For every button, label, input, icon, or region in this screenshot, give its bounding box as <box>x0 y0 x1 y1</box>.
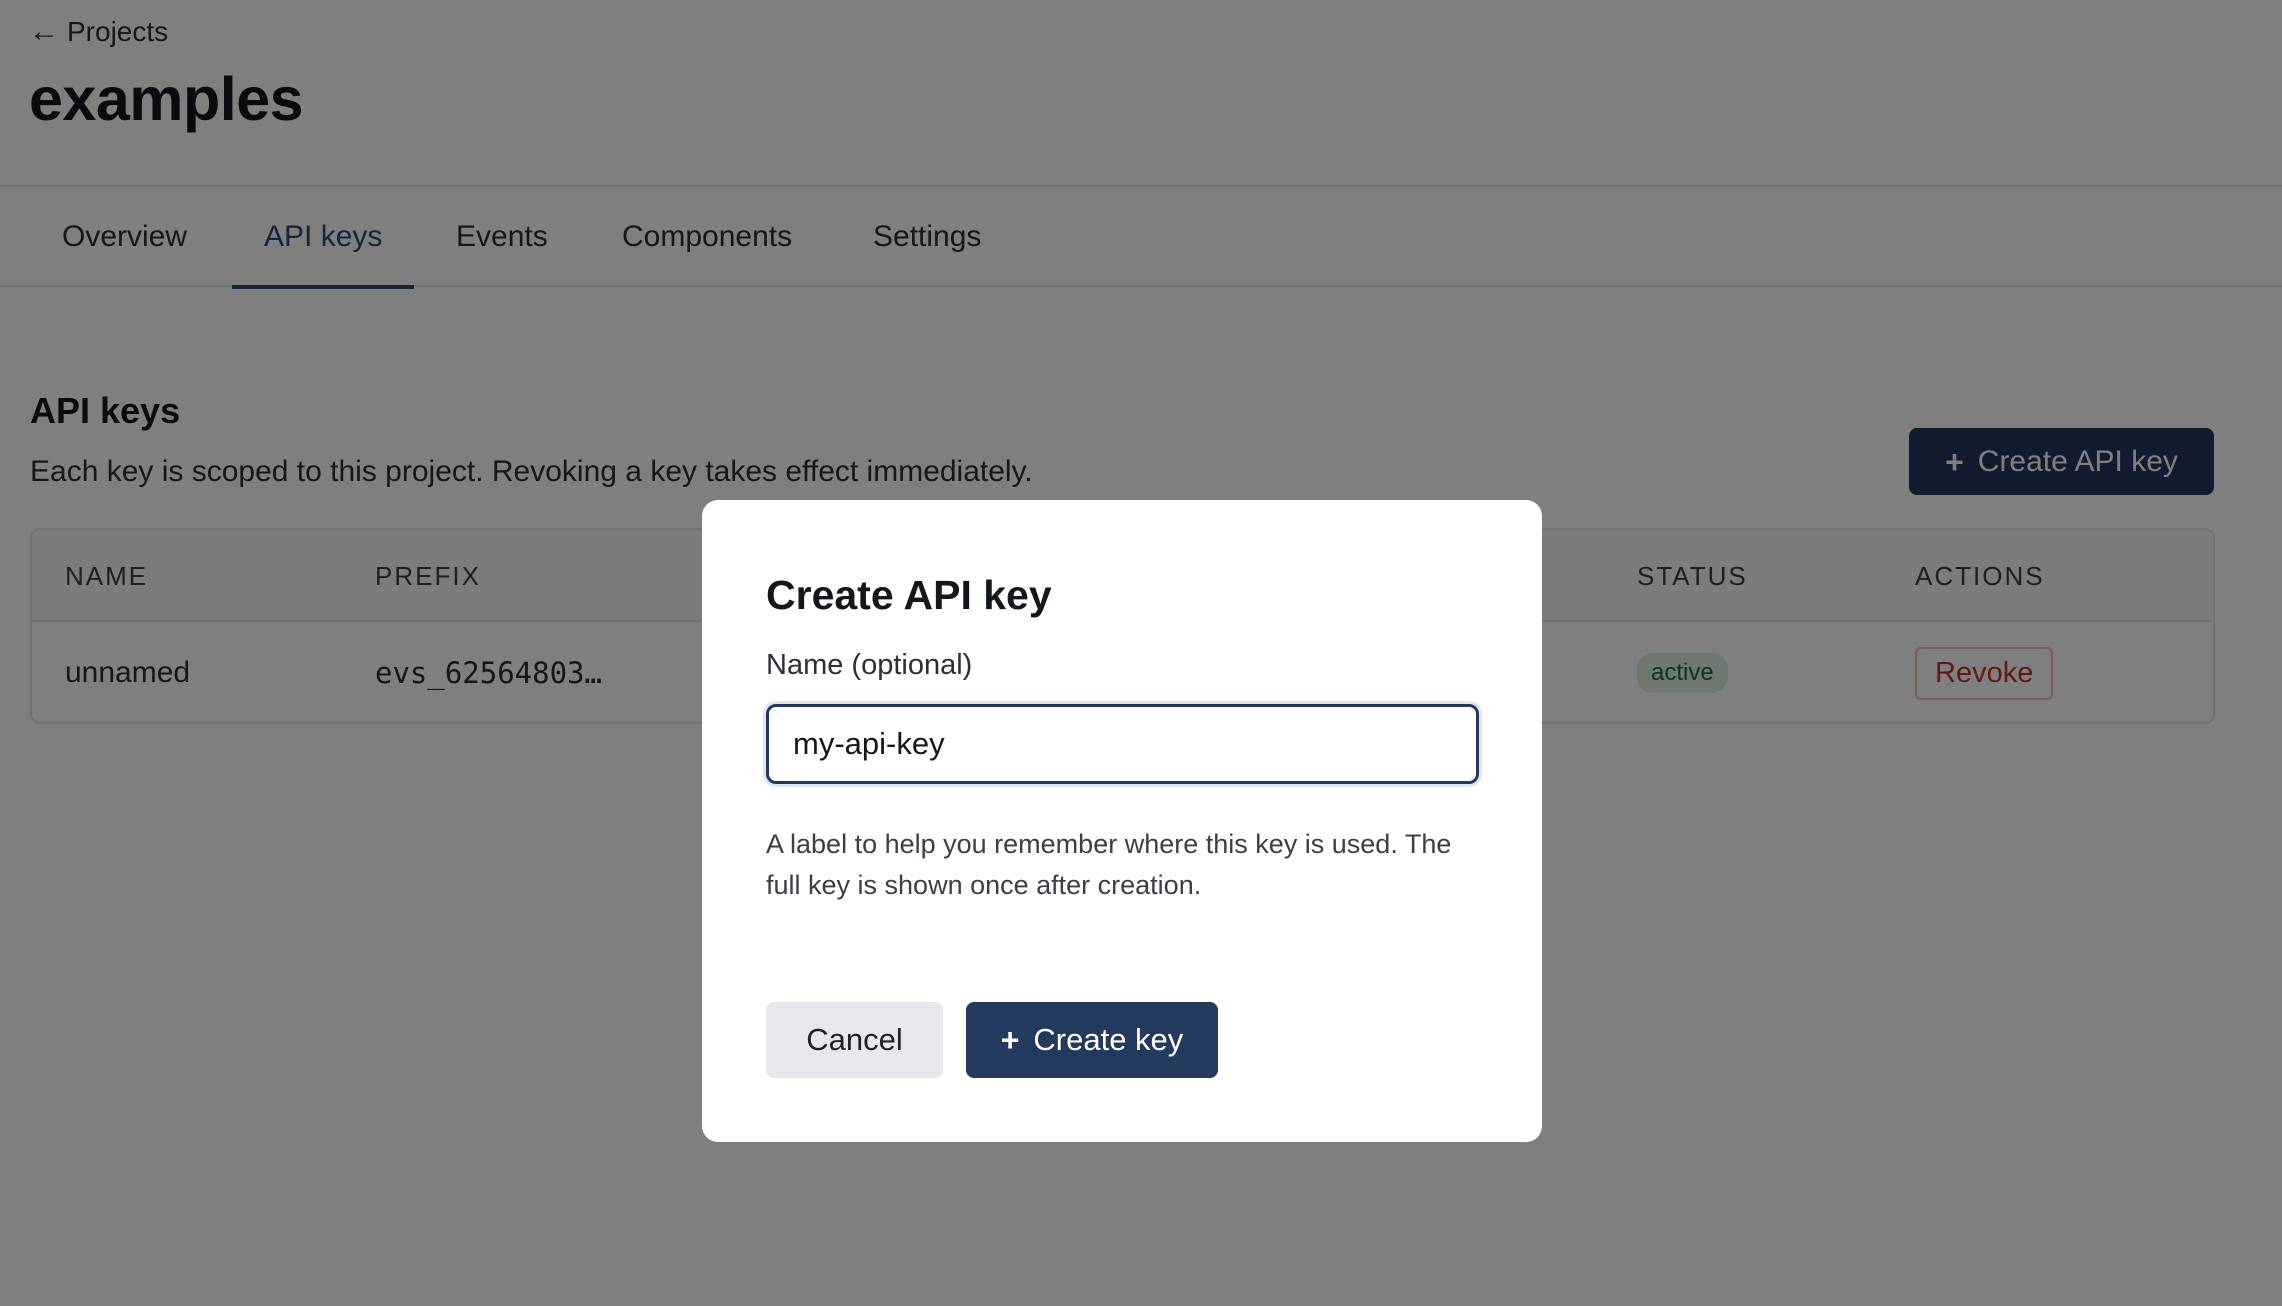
key-name-input[interactable] <box>766 704 1479 784</box>
dialog-title: Create API key <box>766 572 1052 618</box>
name-field-label: Name (optional) <box>766 649 973 681</box>
create-key-label: Create key <box>1033 1022 1184 1057</box>
page: ← Projects examples Overview API keys Ev… <box>0 0 2282 1306</box>
cancel-button[interactable]: Cancel <box>766 1002 943 1078</box>
plus-icon: + <box>1000 1022 1020 1058</box>
create-api-key-dialog: Create API key Name (optional) A label t… <box>702 500 1542 1142</box>
create-key-button[interactable]: + Create key <box>966 1002 1218 1078</box>
name-field-help-text: A label to help you remember where this … <box>766 829 1452 900</box>
